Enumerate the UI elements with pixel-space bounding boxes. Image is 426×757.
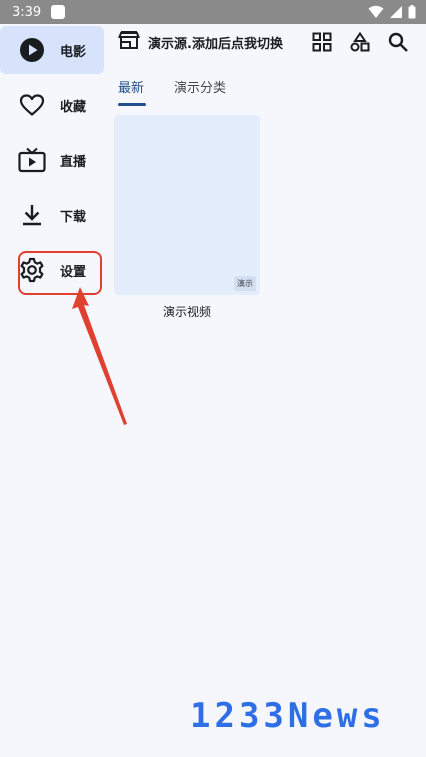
- source-label: 演示源.添加后点我切换: [148, 36, 283, 52]
- top-bar: 演示源.添加后点我切换: [118, 24, 418, 60]
- battery-icon: [408, 5, 416, 19]
- sidebar-item-label: 直播: [60, 154, 87, 170]
- tv-icon: [18, 146, 46, 174]
- category-tabs: 最新 演示分类: [118, 70, 226, 110]
- sidebar-item-label: 收藏: [60, 99, 87, 115]
- search-icon[interactable]: [386, 28, 410, 56]
- tab-label: 演示分类: [174, 80, 227, 96]
- download-icon: [18, 201, 46, 229]
- shapes-icon[interactable]: [348, 28, 372, 56]
- sidebar-item-label: 下载: [60, 209, 87, 225]
- sidebar-item-favorites[interactable]: 收藏: [0, 81, 104, 129]
- video-card[interactable]: 演示 演示视频: [114, 115, 260, 320]
- video-title: 演示视频: [162, 305, 211, 319]
- signal-icon: [390, 6, 402, 18]
- status-time: 3:39: [12, 4, 42, 20]
- sidebar-item-downloads[interactable]: 下载: [0, 191, 104, 239]
- gear-icon: [18, 256, 46, 284]
- video-poster: 演示: [114, 115, 260, 295]
- status-bar: 3:39: [0, 0, 426, 24]
- grid-icon[interactable]: [310, 28, 334, 56]
- source-switch-button[interactable]: 演示源.添加后点我切换: [118, 30, 283, 54]
- wifi-icon: [368, 5, 384, 18]
- sidebar-item-movies[interactable]: 电影: [0, 26, 104, 74]
- tab-latest[interactable]: 最新: [118, 70, 146, 106]
- sidebar-item-live[interactable]: 直播: [0, 136, 104, 184]
- tab-demo-category[interactable]: 演示分类: [174, 70, 226, 102]
- sidebar-item-label: 设置: [60, 264, 87, 280]
- watermark: 1233News: [190, 696, 386, 736]
- notification-icon: [51, 5, 66, 19]
- sidebar-item-label: 电影: [60, 44, 87, 60]
- source-badge: 演示: [234, 276, 256, 291]
- tab-indicator: [118, 103, 146, 106]
- heart-icon: [18, 91, 46, 119]
- tab-label: 最新: [118, 80, 145, 96]
- store-icon: [118, 30, 140, 54]
- play-icon: [18, 36, 46, 64]
